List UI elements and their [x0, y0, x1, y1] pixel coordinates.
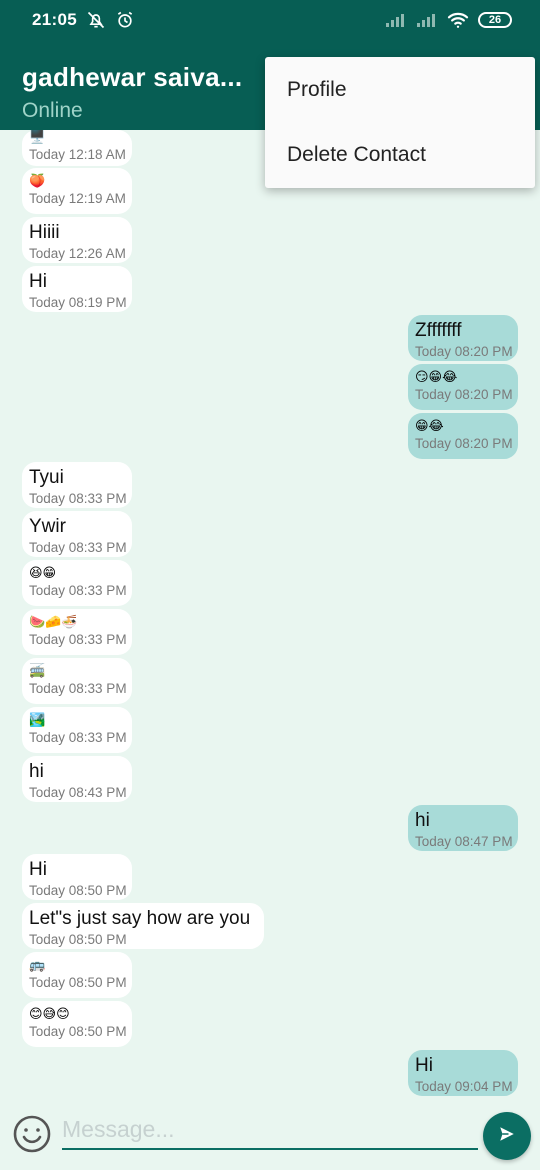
status-time: 21:05	[32, 10, 77, 29]
overflow-menu: Profile Delete Contact	[265, 57, 535, 188]
message-input[interactable]	[62, 1114, 478, 1150]
message-incoming[interactable]: Hi Today 08:50 PM	[22, 854, 132, 900]
message-text: Hi	[29, 271, 47, 292]
message-emoji: 🍉🧀🍜	[29, 614, 78, 629]
message-time: Today 08:19 PM	[29, 295, 127, 310]
message-text: Hi	[415, 1055, 433, 1076]
message-time: Today 08:33 PM	[29, 681, 127, 696]
message-time: Today 08:33 PM	[29, 491, 127, 506]
message-time: Today 08:33 PM	[29, 730, 127, 745]
message-incoming[interactable]: 🍉🧀🍜 Today 08:33 PM	[22, 609, 132, 655]
message-outgoing[interactable]: Zfffffff Today 08:20 PM	[408, 315, 518, 361]
message-emoji: 🚌	[29, 957, 46, 972]
compose-bar	[0, 1100, 540, 1170]
message-time: Today 08:33 PM	[29, 583, 127, 598]
contact-name[interactable]: gadhewar saiva...	[22, 62, 252, 93]
message-incoming[interactable]: Ywir Today 08:33 PM	[22, 511, 132, 557]
message-emoji: 😁😂	[415, 418, 444, 433]
message-incoming[interactable]: Hi Today 08:19 PM	[22, 266, 132, 312]
message-time: Today 08:50 PM	[29, 975, 127, 990]
battery-icon: 26	[478, 12, 512, 28]
message-list[interactable]: 🖥️ Today 12:18 AM 🍑 Today 12:19 AM Hiiii…	[0, 130, 540, 1100]
message-outgoing[interactable]: 😁😂 Today 08:20 PM	[408, 413, 518, 459]
message-time: Today 08:50 PM	[29, 1024, 127, 1039]
message-emoji: 😊😅😊	[29, 1006, 70, 1021]
message-emoji: 😏😁😂	[415, 369, 458, 384]
message-time: Today 09:04 PM	[415, 1079, 513, 1094]
message-outgoing[interactable]: hi Today 08:47 PM	[408, 805, 518, 851]
message-time: Today 08:50 PM	[29, 932, 127, 947]
mute-icon	[86, 10, 106, 30]
message-text: Let"s just say how are you	[29, 908, 251, 929]
message-emoji: 🏞️	[29, 712, 46, 727]
message-emoji: 🍑	[29, 173, 46, 188]
menu-item-delete-contact[interactable]: Delete Contact	[265, 122, 535, 187]
message-text: Zfffffff	[415, 320, 462, 341]
message-time: Today 12:18 AM	[29, 147, 126, 162]
message-emoji: 🚎	[29, 663, 46, 678]
message-text: Tyui	[29, 467, 64, 488]
message-text: Ywir	[29, 516, 66, 537]
message-emoji: 😆😁	[29, 565, 57, 580]
message-outgoing[interactable]: 😏😁😂 Today 08:20 PM	[408, 364, 518, 410]
message-text: Hiiii	[29, 222, 60, 243]
message-time: Today 08:50 PM	[29, 883, 127, 898]
message-text: hi	[29, 761, 44, 782]
menu-item-profile[interactable]: Profile	[265, 57, 535, 122]
signal-icon	[385, 12, 407, 28]
send-button[interactable]	[483, 1112, 531, 1160]
message-incoming[interactable]: 🏞️ Today 08:33 PM	[22, 707, 132, 753]
message-incoming[interactable]: Hiiii Today 12:26 AM	[22, 217, 132, 263]
message-incoming[interactable]: 🍑 Today 12:19 AM	[22, 168, 132, 214]
message-outgoing[interactable]: Hi Today 09:04 PM	[408, 1050, 518, 1096]
message-time: Today 08:33 PM	[29, 632, 127, 647]
message-incoming[interactable]: 😊😅😊 Today 08:50 PM	[22, 1001, 132, 1047]
message-time: Today 08:33 PM	[29, 540, 127, 555]
message-time: Today 08:20 PM	[415, 436, 513, 451]
message-text: Hi	[29, 859, 47, 880]
message-incoming[interactable]: 🖥️ Today 12:18 AM	[22, 130, 132, 166]
signal-icon	[416, 12, 438, 28]
message-incoming[interactable]: hi Today 08:43 PM	[22, 756, 132, 802]
message-incoming[interactable]: 😆😁 Today 08:33 PM	[22, 560, 132, 606]
message-incoming[interactable]: 🚎 Today 08:33 PM	[22, 658, 132, 704]
wifi-icon	[447, 11, 469, 29]
message-time: Today 08:47 PM	[415, 834, 513, 849]
message-time: Today 08:20 PM	[415, 387, 513, 402]
message-time: Today 12:26 AM	[29, 246, 126, 261]
send-icon	[498, 1125, 516, 1148]
alarm-icon	[115, 10, 135, 30]
message-incoming[interactable]: Tyui Today 08:33 PM	[22, 462, 132, 508]
message-incoming[interactable]: Let"s just say how are you Today 08:50 P…	[22, 903, 264, 949]
message-incoming[interactable]: 🚌 Today 08:50 PM	[22, 952, 132, 998]
message-time: Today 08:43 PM	[29, 785, 127, 800]
message-time: Today 08:20 PM	[415, 344, 513, 359]
smiley-icon[interactable]	[12, 1114, 52, 1154]
status-bar: 21:05 26	[0, 0, 540, 40]
message-time: Today 12:19 AM	[29, 191, 126, 206]
message-text: hi	[415, 810, 430, 831]
message-emoji: 🖥️	[29, 130, 46, 144]
